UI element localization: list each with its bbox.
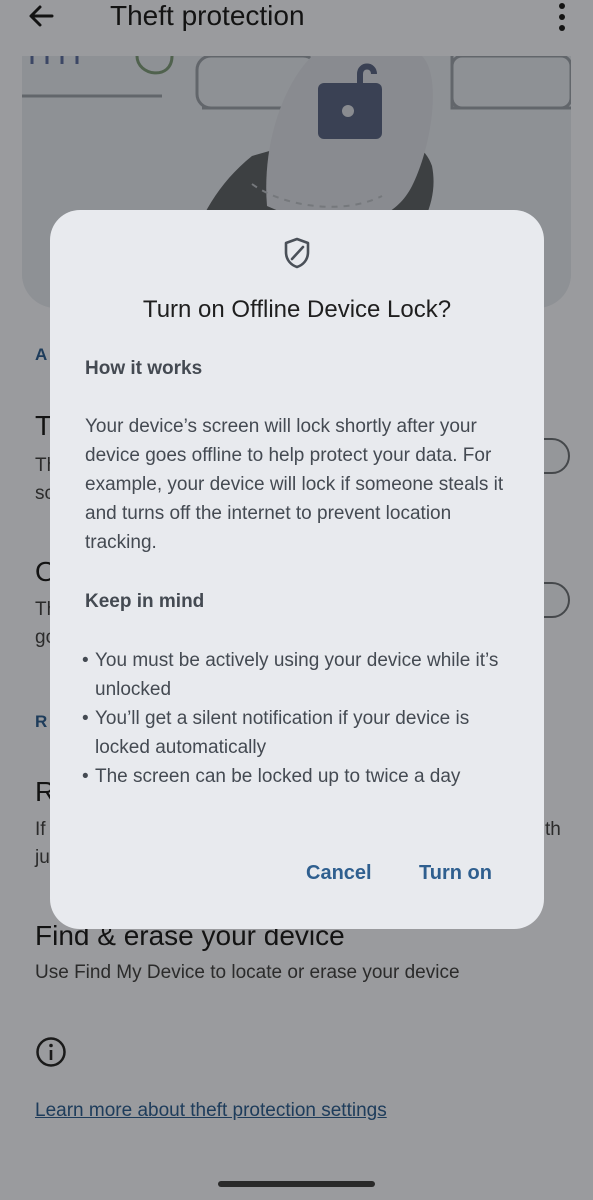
turn-on-button[interactable]: Turn on (419, 862, 492, 885)
list-item: You must be actively using your device w… (82, 646, 522, 704)
list-item: The screen can be locked up to twice a d… (82, 762, 522, 791)
how-it-works-body: Your device’s screen will lock shortly a… (85, 416, 504, 553)
offline-device-lock-dialog: Turn on Offline Device Lock? How it work… (50, 210, 544, 929)
dialog-title: Turn on Offline Device Lock? (142, 296, 452, 323)
how-it-works-heading: How it works (85, 358, 203, 379)
shield-icon (282, 236, 312, 270)
cancel-button[interactable]: Cancel (306, 862, 372, 885)
gesture-nav-bar[interactable] (218, 1181, 375, 1187)
keep-in-mind-heading: Keep in mind (85, 591, 205, 612)
list-item: You’ll get a silent notification if your… (82, 704, 522, 762)
keep-in-mind-list: You must be actively using your device w… (82, 646, 522, 791)
